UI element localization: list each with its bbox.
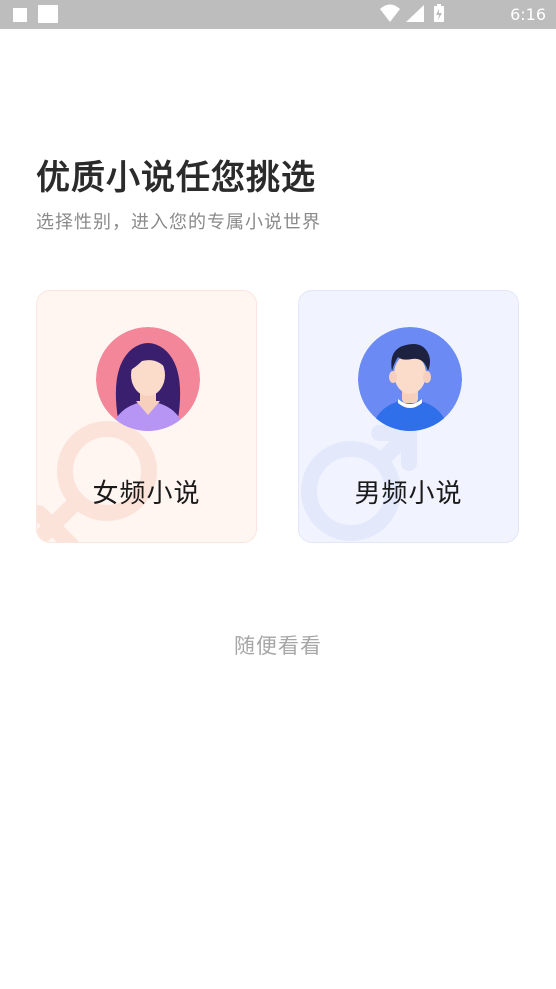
male-avatar-icon [358,327,462,431]
female-novel-card[interactable]: 女频小说 [36,290,257,543]
status-time: 6:16 [510,5,546,24]
page-subtitle: 选择性别，进入您的专属小说世界 [36,212,321,233]
male-novel-label: 男频小说 [354,479,463,509]
notification-square-icon [38,5,58,23]
notification-square-icon [13,8,27,22]
status-icons [380,4,444,22]
page-title: 优质小说任您挑选 [36,158,316,198]
female-avatar-icon [96,327,200,431]
male-novel-card[interactable]: 男频小说 [298,290,519,543]
wifi-icon [380,4,400,22]
cellular-signal-icon [406,5,424,22]
status-bar: 6:16 [0,0,556,29]
browse-casually-link[interactable]: 随便看看 [0,630,556,660]
female-novel-label: 女频小说 [92,479,201,509]
battery-icon [434,4,444,22]
